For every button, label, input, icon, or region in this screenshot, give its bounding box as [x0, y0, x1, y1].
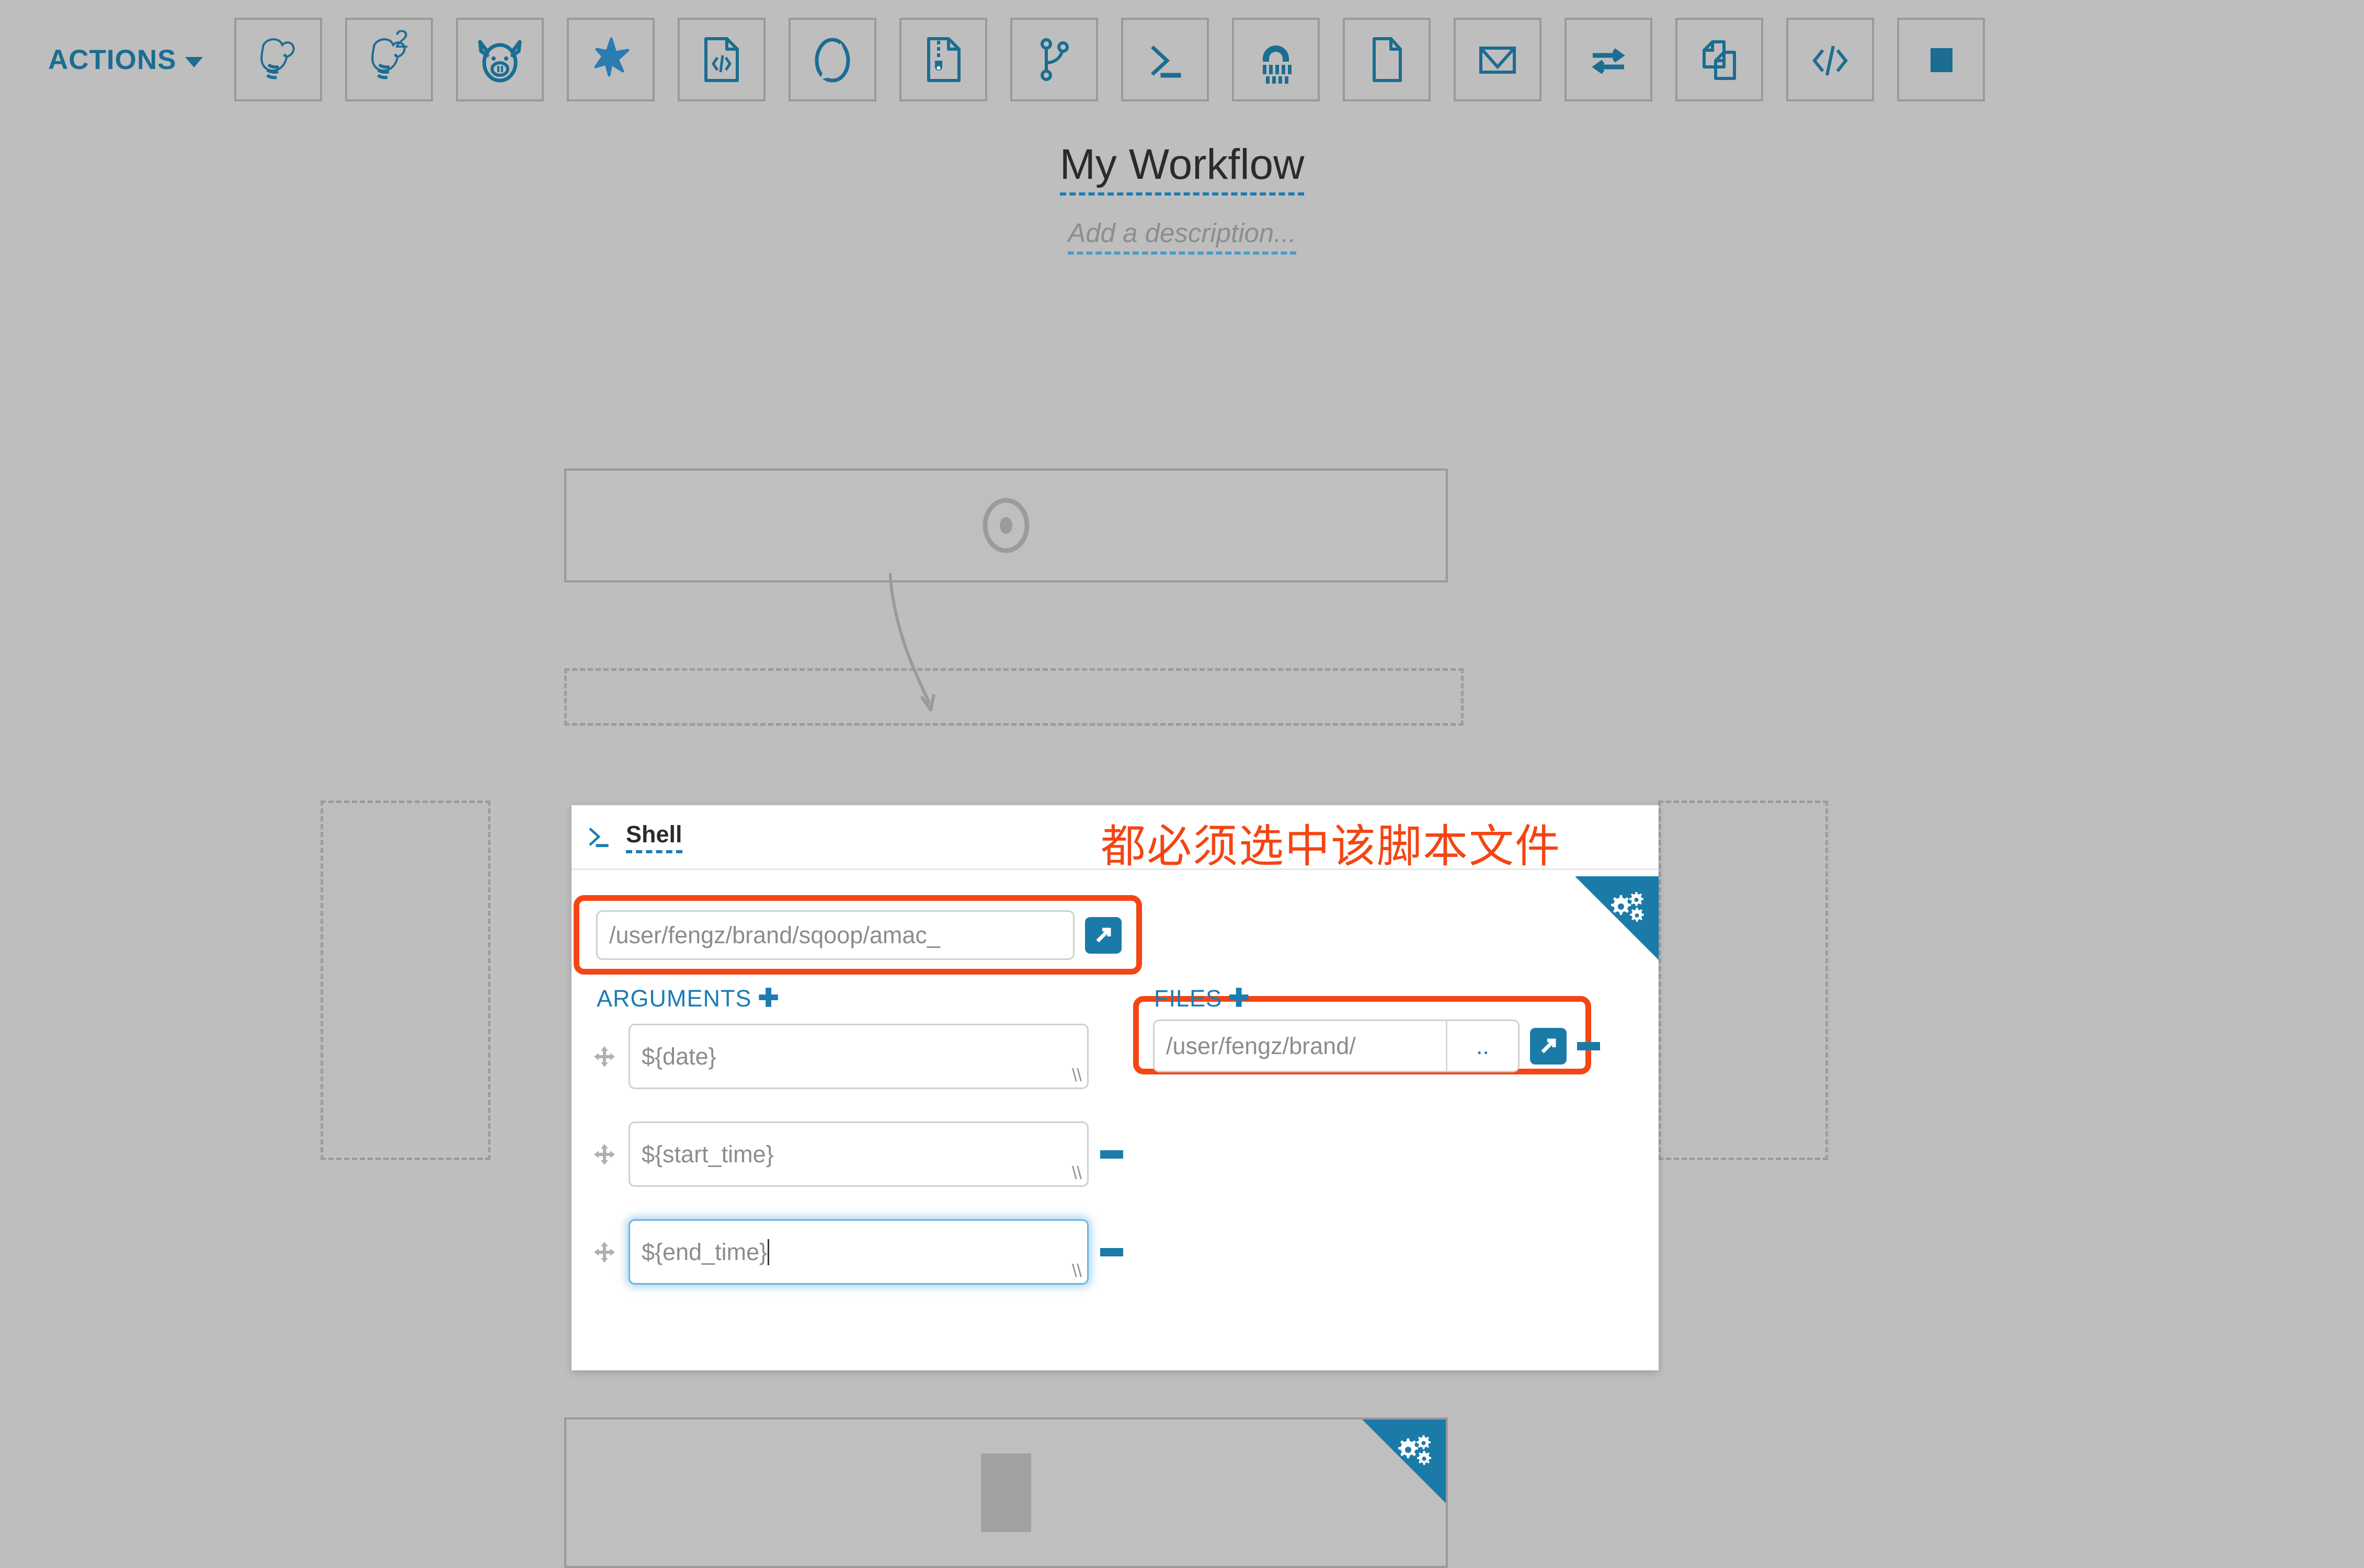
argument-value: ${date} [642, 1043, 716, 1070]
remove-file-button[interactable] [1577, 1041, 1600, 1050]
file-action-button[interactable] [1342, 18, 1431, 101]
workflow-title[interactable]: My Workflow [1059, 140, 1305, 196]
text-cursor [768, 1239, 770, 1265]
script-path-row: /user/fengz/brand/sqoop/amac_ [596, 910, 1122, 960]
pig-icon [478, 40, 521, 83]
argument-value: ${end_time} [642, 1238, 768, 1265]
arguments-label-text: ARGUMENTS [597, 985, 752, 1012]
hive2-version-superscript: 2 [394, 26, 409, 53]
move-cross-icon[interactable] [592, 1142, 617, 1167]
mapreduce-action-button[interactable] [1231, 18, 1320, 101]
hadoop-mapreduce-icon [1262, 45, 1292, 84]
hive-elephant-icon [260, 38, 295, 79]
files-label-text: FILES [1154, 985, 1223, 1012]
files-section-label[interactable]: FILES ✚ [1154, 985, 1250, 1012]
spark-action-button[interactable] [566, 18, 655, 101]
angle-brackets-icon [1812, 45, 1848, 76]
file-input-group: /user/fengz/brand/ .. [1153, 1020, 1520, 1072]
copy-documents-icon [1702, 40, 1736, 80]
shell-prompt-icon [1150, 45, 1181, 78]
dropzone-left[interactable] [321, 800, 490, 1160]
remove-argument-button[interactable] [1100, 1150, 1123, 1159]
dropzone-top[interactable] [564, 668, 1464, 726]
markup-action-button[interactable] [1786, 18, 1874, 101]
argument-value: ${start_time} [642, 1140, 774, 1168]
transfer-action-button[interactable] [1564, 18, 1652, 101]
fork-branch-icon [1040, 38, 1069, 81]
spark-star-icon [594, 37, 629, 77]
file-parent-dir-button[interactable]: .. [1447, 1021, 1518, 1071]
plus-icon[interactable]: ✚ [1228, 986, 1250, 1011]
resize-handle[interactable]: // [1072, 1261, 1082, 1281]
sqoop-circle-icon [814, 38, 850, 83]
copy-action-button[interactable] [1675, 18, 1763, 101]
shell-action-button[interactable] [1121, 18, 1209, 101]
envelope-icon [1479, 47, 1516, 74]
actions-toolbar: ACTIONS 2 [0, 0, 2364, 119]
external-link-icon [1096, 928, 1111, 942]
caret-down-icon [185, 57, 203, 67]
actions-dropdown[interactable]: ACTIONS [48, 44, 203, 76]
workflow-description[interactable]: Add a description... [1068, 218, 1296, 255]
argument-row: ${end_time} // [592, 1219, 1123, 1285]
script-browse-button[interactable] [1085, 917, 1122, 954]
move-cross-icon[interactable] [592, 1240, 617, 1265]
stop-action-button[interactable] [1897, 18, 1985, 101]
actions-dropdown-label: ACTIONS [48, 44, 177, 75]
dropzone-right[interactable] [1658, 800, 1828, 1160]
hive-action-button[interactable] [234, 18, 322, 101]
workflow-description-wrap: Add a description... [0, 218, 2364, 255]
stop-square-icon [981, 1453, 1031, 1532]
resize-handle[interactable]: // [1072, 1066, 1082, 1085]
workflow-end-node[interactable] [564, 1417, 1448, 1568]
script-path-input[interactable]: /user/fengz/brand/sqoop/amac_ [596, 910, 1075, 960]
java-action-button[interactable] [677, 18, 766, 101]
move-cross-icon[interactable] [592, 1044, 617, 1069]
cogs-icon [1611, 892, 1644, 922]
argument-row: ${date} // [592, 1024, 1089, 1089]
external-link-icon [1541, 1038, 1556, 1053]
shell-action-name[interactable]: Shell [626, 821, 682, 853]
hive2-action-button[interactable]: 2 [345, 18, 433, 101]
pig-action-button[interactable] [455, 18, 544, 101]
fork-action-button[interactable] [1010, 18, 1098, 101]
resize-handle[interactable]: // [1072, 1163, 1082, 1183]
end-node-settings-badge[interactable] [1362, 1420, 1446, 1503]
distcp-action-button[interactable] [899, 18, 987, 101]
argument-input-focused[interactable]: ${end_time} // [629, 1219, 1089, 1285]
document-icon [1372, 37, 1402, 82]
argument-input[interactable]: ${start_time} // [629, 1121, 1089, 1187]
chinese-annotation: 都必须选中该脚本文件 [1101, 821, 1561, 872]
argument-row: ${start_time} // [592, 1121, 1123, 1187]
plus-icon[interactable]: ✚ [758, 986, 780, 1011]
file-path-input[interactable]: /user/fengz/brand/ [1155, 1021, 1447, 1071]
argument-input[interactable]: ${date} // [629, 1024, 1089, 1089]
code-document-icon [704, 37, 739, 82]
sqoop-action-button[interactable] [788, 18, 876, 101]
shell-prompt-icon [589, 827, 609, 847]
workflow-header: My Workflow Add a description... [0, 140, 2364, 255]
cogs-icon [1398, 1435, 1431, 1465]
zipped-document-icon [927, 37, 961, 82]
filled-square-icon [1930, 48, 1952, 72]
workflow-start-node[interactable] [564, 468, 1448, 582]
shell-settings-badge[interactable] [1575, 876, 1659, 960]
bullseye-target-icon [983, 498, 1030, 553]
file-row: /user/fengz/brand/ .. [1153, 1020, 1600, 1072]
arguments-section-label[interactable]: ARGUMENTS ✚ [597, 985, 780, 1012]
file-browse-button[interactable] [1530, 1027, 1567, 1065]
email-action-button[interactable] [1453, 18, 1541, 101]
two-way-arrows-icon [1591, 48, 1625, 74]
workflow-canvas: My Workflow Add a description... Shell 都… [0, 119, 2364, 1568]
remove-argument-button[interactable] [1100, 1247, 1123, 1256]
